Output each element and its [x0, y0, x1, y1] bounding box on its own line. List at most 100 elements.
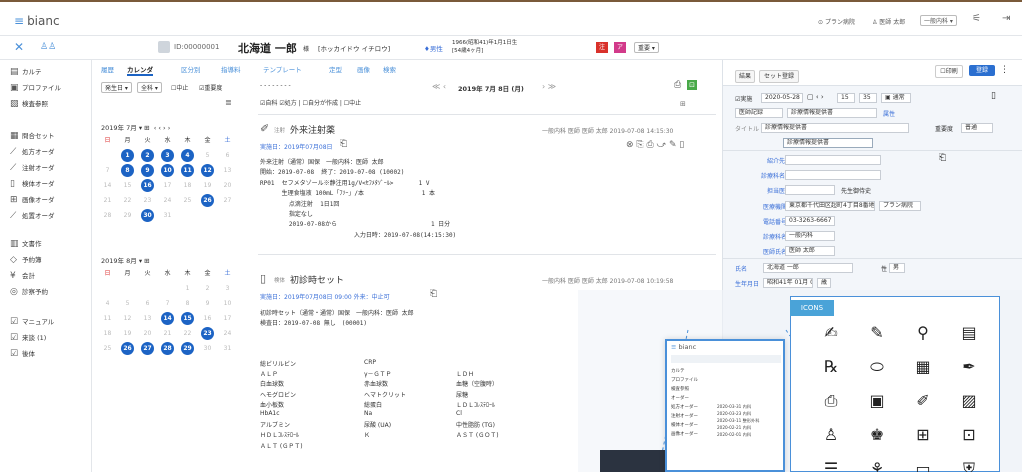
calendar-day[interactable]: 20 — [141, 327, 154, 340]
sidebar-item-billing[interactable]: ¥ 会計 — [10, 270, 35, 281]
print-icon[interactable]: ⎙ — [674, 80, 681, 90]
sidebar-item-profile[interactable]: ▣ プロファイル — [10, 82, 61, 93]
prev-icon[interactable]: ≪ ‹ — [432, 82, 446, 91]
calendar-day[interactable]: 30 — [201, 342, 214, 355]
doc-date-input[interactable]: 2020-05-28 — [761, 93, 803, 103]
calendar-day[interactable]: 6 — [221, 149, 234, 162]
sidebar-item-karte[interactable]: ▤ カルテ — [10, 66, 42, 77]
calendar-day[interactable]: 3 — [161, 149, 174, 162]
calendar-day[interactable]: 25 — [181, 194, 194, 207]
dept-input[interactable] — [785, 170, 881, 180]
calendar-day[interactable]: 29 — [181, 342, 194, 355]
patient-switch-icon[interactable]: ♙♙ — [40, 42, 56, 52]
record-filter-dashes[interactable]: - - - - - - - - — [260, 82, 291, 89]
tab-calendar[interactable]: カレンダ — [127, 64, 153, 76]
tab-image[interactable]: 画像 — [357, 64, 370, 74]
calendar-day[interactable]: 18 — [101, 327, 114, 340]
record-checks[interactable]: ☑自科 ☑処方 | ☐自分が作成 | ☐中止 — [260, 98, 361, 107]
calendar-day[interactable]: 18 — [181, 179, 194, 192]
sidebar-item-injection-order[interactable]: ⟋ 注射オーダ — [10, 162, 55, 173]
doc-category-select[interactable]: 医師記録 — [735, 108, 783, 118]
filter-importance-checkbox[interactable]: ☑重要度 — [199, 83, 222, 92]
calendar-day[interactable]: 23 — [141, 194, 154, 207]
alert-badge-pink[interactable]: ア — [614, 42, 626, 53]
calendar-day[interactable]: 13 — [221, 164, 234, 177]
calendar-day[interactable]: 9 — [141, 164, 154, 177]
more-icon[interactable]: ⋮ — [1000, 65, 1009, 75]
calendar-day[interactable]: 23 — [201, 327, 214, 340]
calendar-day[interactable]: 28 — [161, 342, 174, 355]
sidebar-item-manual[interactable]: ☑ マニュアル — [10, 316, 54, 327]
referral-to-input[interactable] — [785, 155, 881, 165]
calendar-day[interactable]: 31 — [161, 209, 174, 222]
department-select[interactable]: 一般内科 ▾ — [920, 15, 957, 26]
sidebar-item-specimen-order[interactable]: ▯ 検体オーダ — [10, 178, 55, 189]
sidebar-item-rx-order[interactable]: ⟋ 処方オーダ — [10, 146, 55, 157]
calendar-day[interactable]: 10 — [221, 297, 234, 310]
attribute-link[interactable]: 属性 — [883, 109, 895, 118]
minute-select[interactable]: 35 — [859, 93, 877, 103]
record2-title[interactable]: 初診時セット — [290, 273, 344, 286]
calendar-day[interactable]: 14 — [101, 179, 114, 192]
calendar-day[interactable]: 13 — [141, 312, 154, 325]
lookup-icon[interactable]: ⎗ — [939, 153, 946, 163]
bookmark-icon[interactable]: ▯ — [991, 91, 996, 101]
calendar-day[interactable]: 1 — [181, 282, 194, 295]
sidebar-item-reservation[interactable]: ◎ 診察予約 — [10, 286, 48, 297]
calendar-day[interactable]: 9 — [201, 297, 214, 310]
calendar-day[interactable]: 6 — [141, 297, 154, 310]
calendar-day[interactable]: 8 — [181, 297, 194, 310]
calendar-day[interactable]: 22 — [121, 194, 134, 207]
calendar-day[interactable]: 31 — [221, 342, 234, 355]
calendar-day[interactable]: 19 — [201, 179, 214, 192]
sidebar-item-appointment[interactable]: ◇ 予約簿 — [10, 254, 42, 265]
calendar-day[interactable]: 4 — [181, 149, 194, 162]
tab-search[interactable]: 検索 — [383, 64, 396, 74]
calendar-day[interactable]: 2 — [141, 149, 154, 162]
calendar-day[interactable]: 20 — [221, 179, 234, 192]
calendar-day[interactable]: 3 — [221, 282, 234, 295]
excel-icon[interactable]: ⊡ — [687, 80, 697, 90]
calendar-day[interactable]: 27 — [141, 342, 154, 355]
impl-checkbox[interactable]: ☑実施 — [735, 94, 752, 103]
tab-results[interactable]: 結果 — [735, 70, 755, 83]
logout-icon[interactable]: ⇥ — [1002, 13, 1010, 24]
calendar-day[interactable]: 25 — [101, 342, 114, 355]
calendar-day[interactable]: 24 — [221, 327, 234, 340]
calendar-day[interactable]: 12 — [121, 312, 134, 325]
tab-set-register[interactable]: セット登録 — [759, 70, 799, 83]
sidebar-item-set[interactable]: ▦ 問合セット — [10, 130, 55, 141]
alert-badge-red[interactable]: 注 — [596, 42, 608, 53]
calendar-day[interactable]: 17 — [221, 312, 234, 325]
register-button[interactable]: 登録 — [969, 65, 995, 76]
calendar-day[interactable]: 5 — [121, 297, 134, 310]
calendar-day[interactable]: 11 — [181, 164, 194, 177]
sidebar-item-visit[interactable]: ☑ 来談 (1) — [10, 332, 46, 343]
close-icon[interactable]: ✕ — [14, 40, 24, 54]
calendar-day[interactable]: 19 — [121, 327, 134, 340]
calendar-day[interactable]: 15 — [181, 312, 194, 325]
sidebar-item-other[interactable]: ☑ 後体 — [10, 348, 35, 359]
calendar-day[interactable]: 12 — [201, 164, 214, 177]
doctor-name[interactable]: ♙ 医師 太郎 — [872, 17, 905, 26]
calendar-day[interactable]: 7 — [161, 297, 174, 310]
status-select[interactable]: 重要 ▾ — [634, 42, 659, 53]
tab-category[interactable]: 区分別 — [181, 64, 201, 74]
doc-type-select[interactable]: 診療情報提供書 — [787, 108, 877, 118]
filter-cancel-checkbox[interactable]: ☐中止 — [171, 83, 188, 92]
calendar-day[interactable]: 24 — [161, 194, 174, 207]
calendar-day[interactable]: 26 — [201, 194, 214, 207]
importance-select[interactable]: 普通 — [961, 123, 993, 133]
sidebar-item-procedure-order[interactable]: ⟋ 処置オーダ — [10, 210, 55, 221]
doc-title-field[interactable]: 診療情報提供書 — [783, 138, 873, 148]
calendar-day[interactable]: 4 — [101, 297, 114, 310]
calendar-day[interactable]: 2 — [201, 282, 214, 295]
sidebar-item-image-order[interactable]: ⊞ 画像オーダ — [10, 194, 55, 205]
calendar-day[interactable]: 16 — [141, 179, 154, 192]
tab-template[interactable]: テンプレート — [263, 64, 302, 74]
calendar-day[interactable]: 10 — [161, 164, 174, 177]
calendar-day[interactable]: 30 — [141, 209, 154, 222]
calendar-day[interactable]: 27 — [221, 194, 234, 207]
print-button[interactable]: ☐印刷 — [935, 65, 963, 78]
calendar-nav-icons[interactable]: ▢ ‹ › — [807, 93, 824, 101]
